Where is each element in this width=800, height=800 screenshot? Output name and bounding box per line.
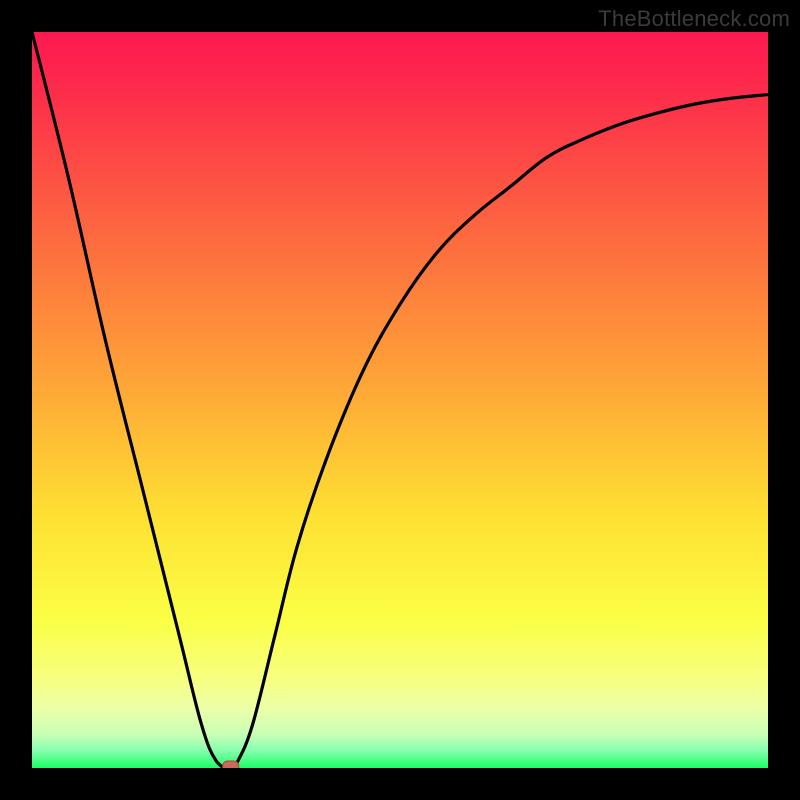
plot-svg — [32, 32, 768, 768]
gradient-background — [32, 32, 768, 768]
plot-area — [32, 32, 768, 768]
minimum-marker — [223, 761, 239, 768]
watermark-text: TheBottleneck.com — [598, 6, 790, 32]
chart-frame: TheBottleneck.com — [0, 0, 800, 800]
